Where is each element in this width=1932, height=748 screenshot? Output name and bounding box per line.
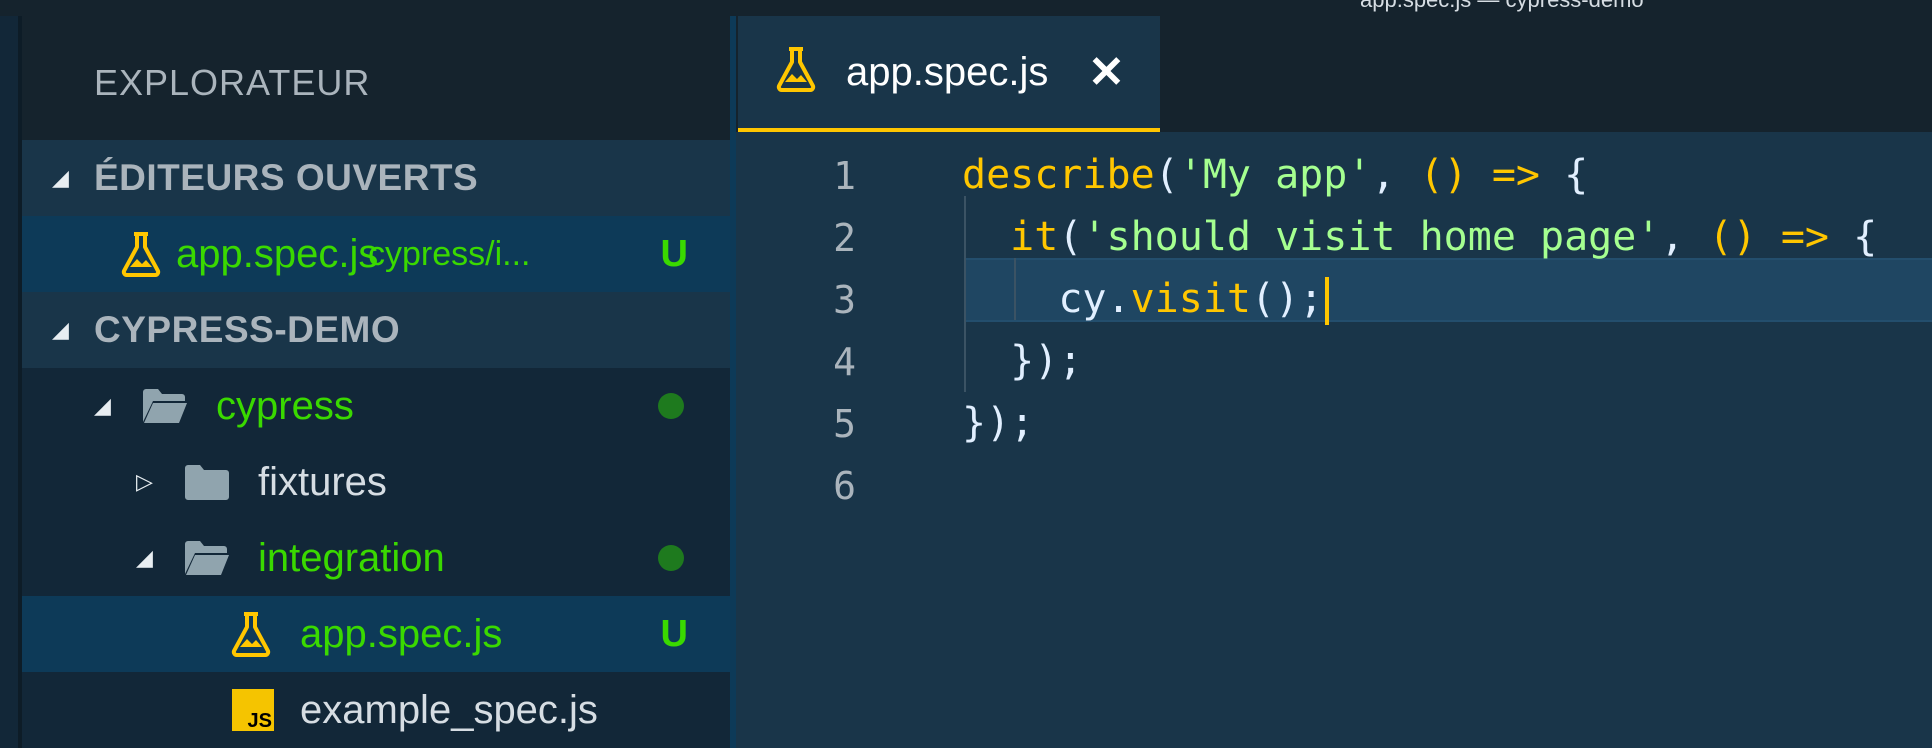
cypress-flask-icon (226, 609, 276, 659)
open-editor-item[interactable]: app.spec.js cypress/i... U (22, 216, 730, 292)
close-icon[interactable]: ✕ (1088, 47, 1125, 98)
code-line-2: it('should visit home page', () => { (1010, 214, 1878, 260)
activity-bar (0, 16, 22, 748)
tree-item-label: fixtures (258, 459, 387, 504)
text-cursor (1325, 277, 1330, 325)
code-line-3: cy.visit(); (962, 276, 1330, 325)
line-number: 6 (833, 464, 856, 508)
tree-item-cypress[interactable]: ◢ cypress (22, 368, 730, 444)
svg-text:JS: JS (248, 710, 272, 731)
section-project[interactable]: ◢ CYPRESS-DEMO (22, 292, 730, 368)
explorer-sidebar: EXPLORATEUR ◢ ÉDITEURS OUVERTS app.spec.… (22, 16, 730, 748)
section-open-editors[interactable]: ◢ ÉDITEURS OUVERTS (22, 140, 730, 216)
line-number-gutter: 1 2 3 4 5 6 (736, 134, 962, 748)
tree-item-label: example_spec.js (300, 687, 598, 732)
folder-icon (182, 457, 232, 507)
section-open-editors-label: ÉDITEURS OUVERTS (94, 157, 479, 198)
modified-dot-icon (658, 393, 684, 419)
code-line-1: describe('My app', () => { (962, 152, 1589, 198)
tab-label: app.spec.js (846, 49, 1049, 94)
tree-item-label: app.spec.js (300, 611, 503, 656)
chevron-right-icon: ▷ (136, 469, 153, 494)
chevron-down-icon: ◢ (52, 317, 69, 342)
cypress-flask-icon (774, 46, 818, 97)
line-number: 1 (833, 154, 856, 198)
tab-app-spec[interactable]: app.spec.js ✕ (738, 16, 1160, 132)
line-number: 5 (833, 402, 856, 446)
git-status-badge: U (660, 612, 688, 655)
tree-item-app-spec[interactable]: app.spec.js U (22, 596, 730, 672)
chevron-down-icon: ◢ (94, 393, 111, 418)
explorer-title: EXPLORATEUR (94, 62, 371, 103)
tree-item-label: integration (258, 535, 445, 580)
tree-item-example-spec[interactable]: JS example_spec.js (22, 672, 730, 748)
editor-group: app.spec.js ✕ 1 2 3 4 5 6 describe('My a… (736, 16, 1932, 748)
git-status-badge: U (660, 232, 688, 275)
section-project-label: CYPRESS-DEMO (94, 309, 401, 350)
open-editor-path: cypress/i... (368, 234, 531, 273)
folder-open-icon (182, 533, 232, 583)
tree-item-label: cypress (216, 383, 354, 428)
window-title: app.spec.js — cypress-demo (1360, 0, 1644, 11)
folder-open-icon (140, 381, 190, 431)
line-number: 3 (833, 278, 856, 322)
window-titlebar: app.spec.js — cypress-demo (0, 0, 1932, 16)
line-number: 2 (833, 216, 856, 260)
tree-item-fixtures[interactable]: ▷ fixtures (22, 444, 730, 520)
modified-dot-icon (658, 545, 684, 571)
tab-bar: app.spec.js ✕ (736, 16, 1932, 132)
chevron-down-icon: ◢ (52, 165, 69, 190)
code-line-4: }); (1010, 338, 1083, 384)
line-number: 4 (833, 340, 856, 384)
open-editor-filename: app.spec.js (176, 231, 379, 276)
tree-item-integration[interactable]: ◢ integration (22, 520, 730, 596)
cypress-flask-icon (116, 229, 166, 279)
javascript-file-icon: JS (228, 685, 278, 735)
chevron-down-icon: ◢ (136, 545, 153, 570)
code-line-5: }); (962, 400, 1035, 446)
